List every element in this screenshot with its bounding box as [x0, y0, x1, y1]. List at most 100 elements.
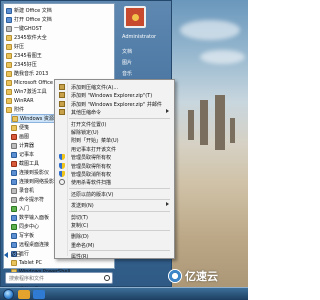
context-menu-label: 还原以前的版本(V)	[71, 191, 114, 198]
math-icon	[11, 214, 17, 221]
program-label: Win7激活工具	[14, 89, 47, 95]
ghost-icon	[6, 25, 12, 32]
back-button[interactable]: 返回	[4, 251, 21, 258]
context-menu-item[interactable]: 管理员取得所有权	[57, 162, 172, 170]
context-menu-item[interactable]: 添加到压缩文件(A)...	[57, 83, 172, 91]
menu-separator	[69, 187, 170, 189]
program-label: WinRAR	[14, 97, 34, 104]
right-link[interactable]: 音乐	[122, 70, 132, 77]
context-menu-label: 管理员取得所有权	[71, 163, 112, 170]
program-label: 计算器	[19, 143, 35, 149]
context-menu-label: 重命名(M)	[71, 242, 95, 249]
context-menu-item[interactable]: 添加到 "Windows Explorer.zip"(T)	[57, 91, 172, 99]
context-menu-item[interactable]: 属性(R)	[57, 252, 172, 260]
app-icon	[6, 16, 12, 23]
program-label: Tablet PC	[19, 259, 42, 266]
context-menu-item[interactable]: 附到「开始」菜单(U)	[57, 136, 172, 144]
recorder-icon	[11, 187, 17, 194]
program-label: 一键GHOST	[14, 26, 42, 32]
user-name[interactable]: Administrator	[122, 34, 156, 40]
context-menu-item[interactable]: 打开文件位置(I)	[57, 120, 172, 128]
context-menu-item[interactable]: 添加到 "Windows Explorer.zip" 并邮件	[57, 100, 172, 108]
sync-icon	[11, 223, 17, 230]
explorer-icon	[12, 115, 18, 122]
avatar[interactable]	[124, 6, 146, 28]
submenu-arrow-icon	[166, 109, 169, 114]
context-menu-item[interactable]: 还原以前的版本(V)	[57, 190, 172, 198]
context-menu-item[interactable]: 管理员取得所有权	[57, 153, 172, 161]
context-menu-label: 发送到(N)	[71, 203, 94, 210]
folder-icon	[6, 97, 12, 104]
wordpad-icon	[11, 232, 17, 239]
projector-icon	[11, 169, 17, 176]
program-item[interactable]: 酷我音乐 2013	[6, 69, 114, 78]
program-item[interactable]: 2345软件大全	[6, 33, 114, 42]
menu-separator	[69, 117, 170, 119]
context-menu-label: 删除(D)	[71, 234, 89, 241]
cmd-icon	[11, 196, 17, 203]
calculator-icon	[11, 142, 17, 149]
program-label: 入门	[19, 206, 30, 212]
watermark: 亿速云	[168, 268, 218, 284]
folder-icon	[6, 70, 12, 77]
context-menu-item[interactable]: 解除锁定(U)	[57, 128, 172, 136]
network-projector-icon	[11, 178, 17, 185]
explorer-taskbar-icon[interactable]	[18, 290, 30, 299]
program-label: 截图工具	[19, 161, 40, 167]
folder-icon	[6, 52, 12, 59]
context-menu-item[interactable]: 用记事本打开该文件	[57, 145, 172, 153]
context-menu-item[interactable]: 发送到(N)	[57, 201, 172, 209]
context-menu-item[interactable]: 复制(C)	[57, 221, 172, 229]
program-label: 新建 Office 文档	[14, 8, 52, 14]
program-label: 好压	[14, 44, 25, 50]
context-menu-item[interactable]: 重命名(M)	[57, 241, 172, 249]
zip-icon	[59, 109, 65, 116]
context-menu-label: 剪切(T)	[71, 214, 88, 221]
circle-icon	[59, 179, 65, 186]
context-menu-item[interactable]: 其他压缩命令	[57, 108, 172, 116]
taskbar	[0, 287, 248, 300]
program-item[interactable]: 打开 Office 文档	[6, 15, 114, 24]
folder-icon	[6, 79, 12, 86]
context-menu-label: 属性(R)	[71, 254, 89, 261]
start-button[interactable]	[3, 289, 14, 300]
program-item[interactable]: 2345好压	[6, 60, 114, 69]
context-menu-label: 添加到 "Windows Explorer.zip"(T)	[71, 93, 153, 100]
program-label: 记事本	[19, 152, 35, 158]
context-menu-item[interactable]: 管理员取消所有权	[57, 170, 172, 178]
context-menu-item[interactable]: 删除(D)	[57, 232, 172, 240]
context-menu: 添加到压缩文件(A)... 添加到 "Windows Explorer.zip"(…	[54, 79, 175, 260]
context-menu-label: 添加到压缩文件(A)...	[71, 85, 119, 91]
right-link[interactable]: 文档	[122, 48, 132, 55]
program-item[interactable]: 一键GHOST	[6, 24, 114, 33]
program-item[interactable]: 新建 Office 文档	[6, 6, 114, 15]
context-menu-label: 打开文件位置(I)	[71, 121, 107, 128]
context-menu-item[interactable]: 剪切(T)	[57, 213, 172, 221]
getting-started-icon	[11, 205, 17, 212]
folder-icon	[6, 88, 12, 95]
context-menu-label: 使用杀毒软件扫描	[71, 180, 112, 187]
program-label: 录音机	[19, 188, 35, 194]
program-item[interactable]: 好压	[6, 42, 114, 51]
folder-icon	[11, 259, 17, 266]
search-placeholder: 搜索程序和文件	[9, 275, 45, 282]
program-label: 同步中心	[19, 224, 40, 230]
context-menu-item[interactable]: 使用杀毒软件扫描	[57, 178, 172, 186]
program-item[interactable]: 2345看图王	[6, 51, 114, 60]
search-input[interactable]: 搜索程序和文件	[5, 272, 113, 284]
shield-icon	[59, 154, 65, 161]
context-menu-label: 解除锁定(U)	[71, 130, 99, 136]
right-link[interactable]: 图片	[122, 59, 132, 66]
program-label: 便笺	[19, 125, 30, 131]
menu-separator	[69, 230, 170, 232]
submenu-arrow-icon	[166, 202, 169, 207]
browser-taskbar-icon[interactable]	[33, 290, 45, 299]
context-menu-label: 管理员取得所有权	[71, 155, 112, 162]
paint-icon	[11, 133, 17, 140]
context-menu-label: 管理员取消所有权	[71, 172, 112, 178]
snip-icon	[11, 160, 17, 167]
program-label: 2345看图王	[14, 53, 42, 59]
program-label: 连接到网络投影仪	[19, 179, 60, 185]
program-label: 2345好压	[14, 62, 37, 68]
context-menu-label: 复制(C)	[71, 223, 89, 229]
